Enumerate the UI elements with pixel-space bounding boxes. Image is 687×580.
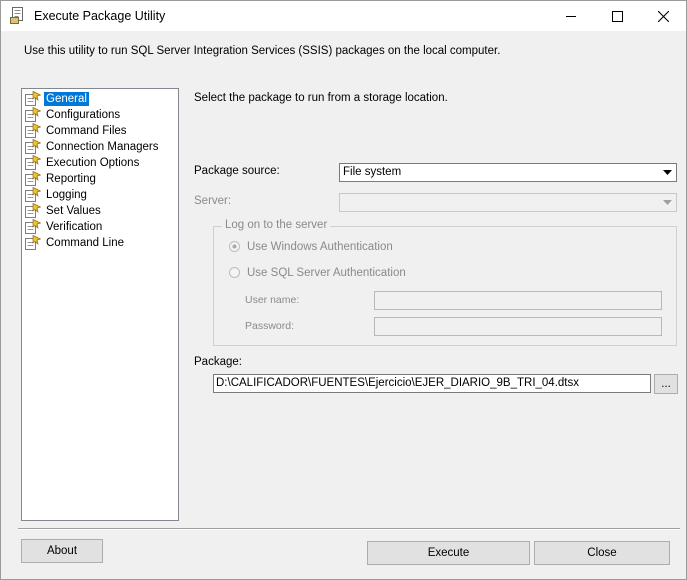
nav-item-label: General [44, 91, 89, 106]
close-button[interactable]: Close [534, 541, 670, 565]
package-source-combo[interactable]: File system [339, 163, 677, 182]
nav-item-verification[interactable]: Verification [24, 219, 104, 234]
execute-package-utility-window: Execute Package Utility Use this utility… [0, 0, 687, 580]
package-source-label: Package source: [194, 165, 280, 177]
about-button[interactable]: About [21, 539, 103, 563]
package-path-field[interactable]: D:\CALIFICADOR\FUENTES\Ejercicio\EJER_DI… [213, 374, 651, 393]
windows-auth-label: Use Windows Authentication [247, 241, 393, 253]
sql-auth-radio[interactable] [229, 267, 240, 278]
password-label: Password: [245, 320, 295, 332]
package-utility-icon [10, 7, 23, 24]
page-settings-icon [25, 107, 41, 122]
package-label: Package: [194, 356, 242, 368]
username-field[interactable] [374, 291, 662, 310]
chevron-down-icon [663, 170, 672, 175]
nav-item-command-files[interactable]: Command Files [24, 123, 129, 138]
browse-package-button[interactable]: ... [654, 374, 678, 394]
page-settings-icon [25, 187, 41, 202]
maximize-icon [611, 10, 623, 22]
server-combo[interactable] [339, 193, 677, 212]
package-source-value: File system [343, 166, 402, 178]
button-separator [18, 528, 680, 530]
window-title: Execute Package Utility [34, 9, 166, 23]
nav-item-reporting[interactable]: Reporting [24, 171, 98, 186]
page-settings-icon [25, 123, 41, 138]
nav-item-configurations[interactable]: Configurations [24, 107, 122, 122]
close-icon [657, 10, 669, 22]
execute-button[interactable]: Execute [367, 541, 530, 565]
windows-auth-radio[interactable] [229, 241, 240, 252]
nav-item-label: Execution Options [46, 156, 140, 169]
nav-item-label: Command Line [46, 236, 124, 249]
username-label: User name: [245, 294, 300, 306]
nav-item-connection-managers[interactable]: Connection Managers [24, 139, 161, 154]
nav-item-general[interactable]: General [24, 91, 89, 106]
password-field[interactable] [374, 317, 662, 336]
nav-item-command-line[interactable]: Command Line [24, 235, 126, 250]
page-settings-icon [25, 171, 41, 186]
server-label: Server: [194, 195, 232, 207]
page-settings-icon [25, 235, 41, 250]
nav-item-label: Verification [46, 220, 103, 233]
close-window-button[interactable] [640, 1, 686, 31]
package-source-dropdown-button[interactable] [659, 164, 676, 181]
nav-item-logging[interactable]: Logging [24, 187, 89, 202]
nav-item-label: Reporting [46, 172, 96, 185]
utility-description: Use this utility to run SQL Server Integ… [24, 45, 501, 57]
nav-item-label: Logging [46, 188, 87, 201]
nav-item-set-values[interactable]: Set Values [24, 203, 103, 218]
general-prompt: Select the package to run from a storage… [194, 92, 448, 104]
nav-item-label: Set Values [46, 204, 101, 217]
page-settings-icon [25, 139, 41, 154]
minimize-button[interactable] [548, 1, 594, 31]
nav-item-label: Command Files [46, 124, 127, 137]
page-navigation-list: General Configurations Command Files Con… [21, 88, 179, 521]
maximize-button[interactable] [594, 1, 640, 31]
page-settings-icon [25, 91, 41, 106]
minimize-icon [566, 16, 576, 17]
page-settings-icon [25, 203, 41, 218]
nav-item-execution-options[interactable]: Execution Options [24, 155, 141, 170]
title-bar: Execute Package Utility [1, 1, 686, 31]
page-settings-icon [25, 219, 41, 234]
chevron-down-icon [663, 200, 672, 205]
sql-auth-label: Use SQL Server Authentication [247, 267, 406, 279]
server-dropdown-button[interactable] [659, 194, 676, 211]
nav-item-label: Connection Managers [46, 140, 159, 153]
package-path-value: D:\CALIFICADOR\FUENTES\Ejercicio\EJER_DI… [216, 377, 579, 389]
nav-item-label: Configurations [46, 108, 121, 121]
page-settings-icon [25, 155, 41, 170]
logon-group-title: Log on to the server [222, 219, 331, 231]
